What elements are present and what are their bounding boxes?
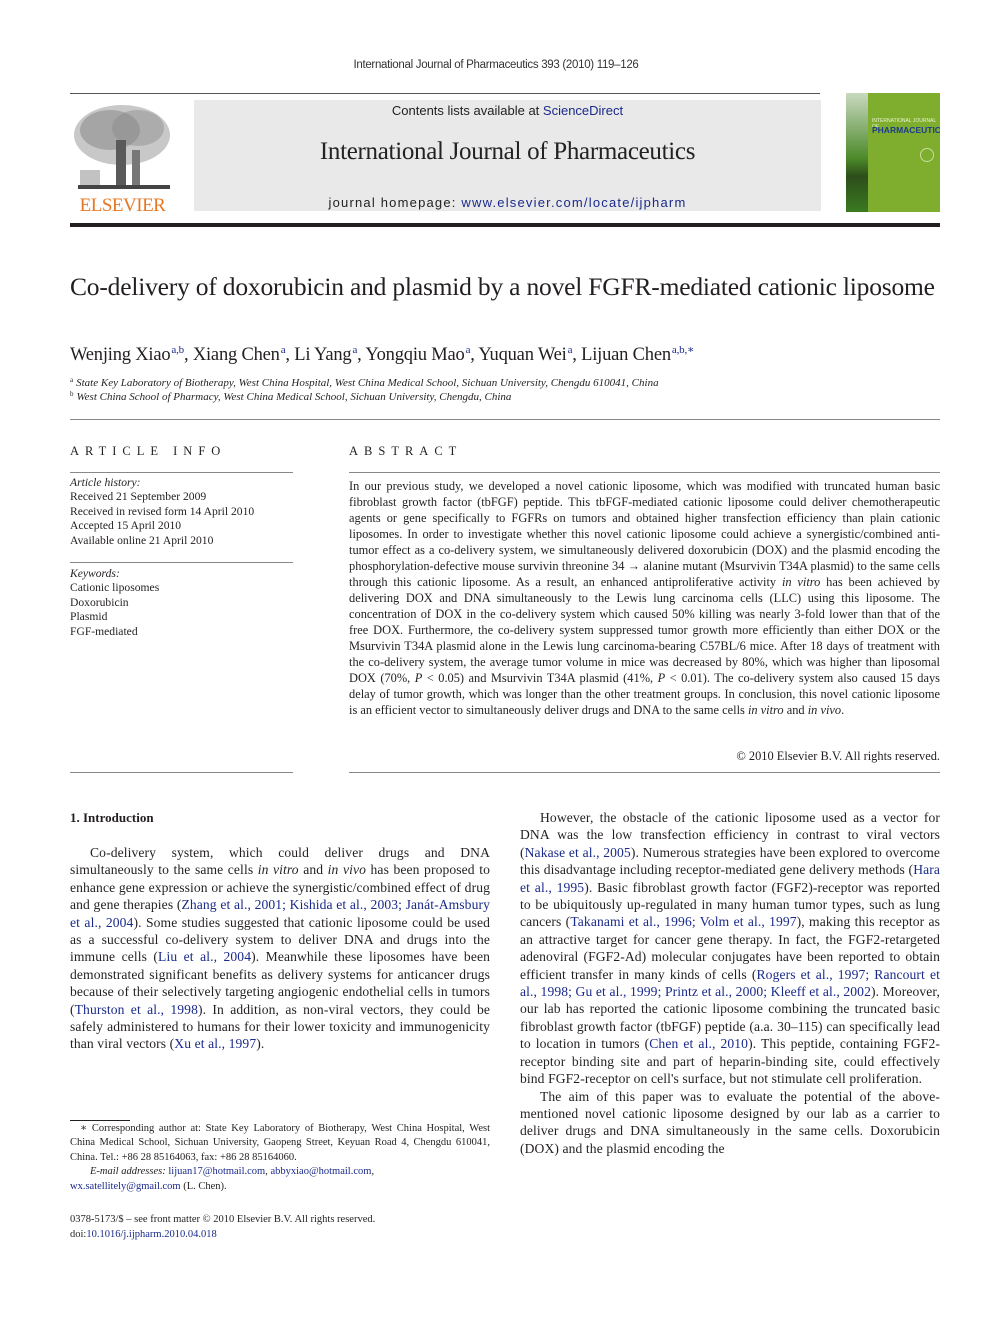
email-addresses: E-mail addresses: lijuan17@hotmail.com, … [70,1166,375,1192]
intro-column-right: However, the obstacle of the cationic li… [520,809,940,1157]
intro-paragraph: However, the obstacle of the cationic li… [520,810,941,1087]
article-info-heading: ARTICLE INFO [70,444,227,458]
history-accepted: Accepted 15 April 2010 [70,519,182,533]
article-info-bottom-rule [70,772,293,773]
author-affiliation-mark[interactable]: a,b,∗ [672,344,695,356]
email-link[interactable]: wx.satellitely@gmail.com [70,1181,181,1192]
header-rule [70,93,820,94]
homepage-line: journal homepage: www.elsevier.com/locat… [194,195,821,210]
citation-link[interactable]: Liu et al., 2004 [158,949,251,964]
article-info-rule [70,472,293,473]
keyword: Plasmid [70,610,108,624]
author-affiliation-mark[interactable]: a,b [171,344,184,356]
history-online: Available online 21 April 2010 [70,533,214,547]
abstract-rule [349,472,940,473]
issn-line: 0378-5173/$ – see front matter © 2010 El… [70,1214,376,1225]
journal-cover-image: INTERNATIONAL JOURNAL OF PHARMACEUTICS [846,93,940,212]
citation-link[interactable]: Takanami et al., 1996; Volm et al., 1997 [570,914,796,929]
intro-paragraph: Co-delivery system, which could deliver … [70,845,491,1052]
article-title: Co-delivery of doxorubicin and plasmid b… [70,272,935,301]
citation-link[interactable]: Thurston et al., 1998 [75,1002,198,1017]
affiliation-rule [70,419,940,420]
intro-column-left: Co-delivery system, which could deliver … [70,844,490,1053]
author: Xiang Chena [192,344,286,365]
keywords: Keywords: Cationic liposomes Doxorubicin… [70,567,293,639]
keyword: Doxorubicin [70,595,129,609]
abstract-text: In our previous study, we developed a no… [349,479,940,717]
article-history: Article history: Received 21 September 2… [70,476,293,548]
footnotes: ∗ Corresponding author at: State Key Lab… [70,1122,490,1194]
author-affiliation-mark[interactable]: a [352,344,357,356]
history-label: Article history: [70,476,141,489]
journal-title: International Journal of Pharmaceutics [319,138,696,165]
doi-line: doi:10.1016/j.ijpharm.2010.04.018 [70,1229,217,1240]
author: Li Yanga [294,344,358,365]
keyword: FGF-mediated [70,624,138,638]
homepage-link[interactable]: www.elsevier.com/locate/ijpharm [461,195,686,210]
citation-link[interactable]: Xu et al., 1997 [174,1036,256,1051]
author-affiliation-mark[interactable]: a [568,344,573,356]
citation-link[interactable]: Nakase et al., 2005 [525,845,631,860]
contents-prefix: Contents lists available at [391,103,543,118]
cover-seal-icon [920,148,934,162]
author-affiliation-mark[interactable]: a [466,344,471,356]
citation-link[interactable]: Chen et al., 2010 [649,1036,748,1051]
email-link[interactable]: abbyxiao@hotmail.com [270,1166,371,1177]
doi-link[interactable]: 10.1016/j.ijpharm.2010.04.018 [86,1229,216,1240]
abstract-heading: ABSTRACT [349,444,463,458]
issn-doi: 0378-5173/$ – see front matter © 2010 El… [70,1212,375,1242]
tree-icon [74,105,170,189]
header-thick-rule [70,223,940,227]
section-heading-introduction: 1. Introduction [70,810,154,825]
keywords-label: Keywords: [70,567,120,580]
author-list: Wenjing Xiaoa,b, Xiang Chena, Li Yanga, … [70,344,695,365]
author-affiliation-mark[interactable]: a [281,344,286,356]
affiliation-b: b West China School of Pharmacy, West Chi… [70,390,512,403]
author: Yuquan Weia [478,344,573,365]
keywords-rule [70,562,293,563]
email-link[interactable]: lijuan17@hotmail.com [168,1166,265,1177]
test-tube-graphic [846,93,868,212]
homepage-prefix: journal homepage: [328,195,462,210]
history-received: Received 21 September 2009 [70,490,207,504]
elsevier-wordmark: ELSEVIER [79,195,166,216]
author: Lijuan Chena,b,∗ [581,344,695,365]
sciencedirect-link[interactable]: ScienceDirect [543,103,623,118]
history-revised: Received in revised form 14 April 2010 [70,504,255,518]
author: Yongqiu Maoa [365,344,471,365]
abstract-bottom-rule [349,772,940,773]
author: Wenjing Xiaoa,b [70,344,184,365]
footnote-rule [70,1120,130,1121]
keyword: Cationic liposomes [70,581,160,595]
abstract-copyright: © 2010 Elsevier B.V. All rights reserved… [736,749,940,763]
contents-line: Contents lists available at ScienceDirec… [194,103,821,118]
intro-paragraph: The aim of this paper was to evaluate th… [520,1088,940,1156]
running-head: International Journal of Pharmaceutics 3… [353,59,639,71]
corresponding-author-note: ∗ Corresponding author at: State Key Lab… [70,1123,490,1163]
cover-line-2: PHARMACEUTICS [872,125,940,135]
affiliation-a: a State Key Laboratory of Biotherapy, Wes… [70,376,659,389]
